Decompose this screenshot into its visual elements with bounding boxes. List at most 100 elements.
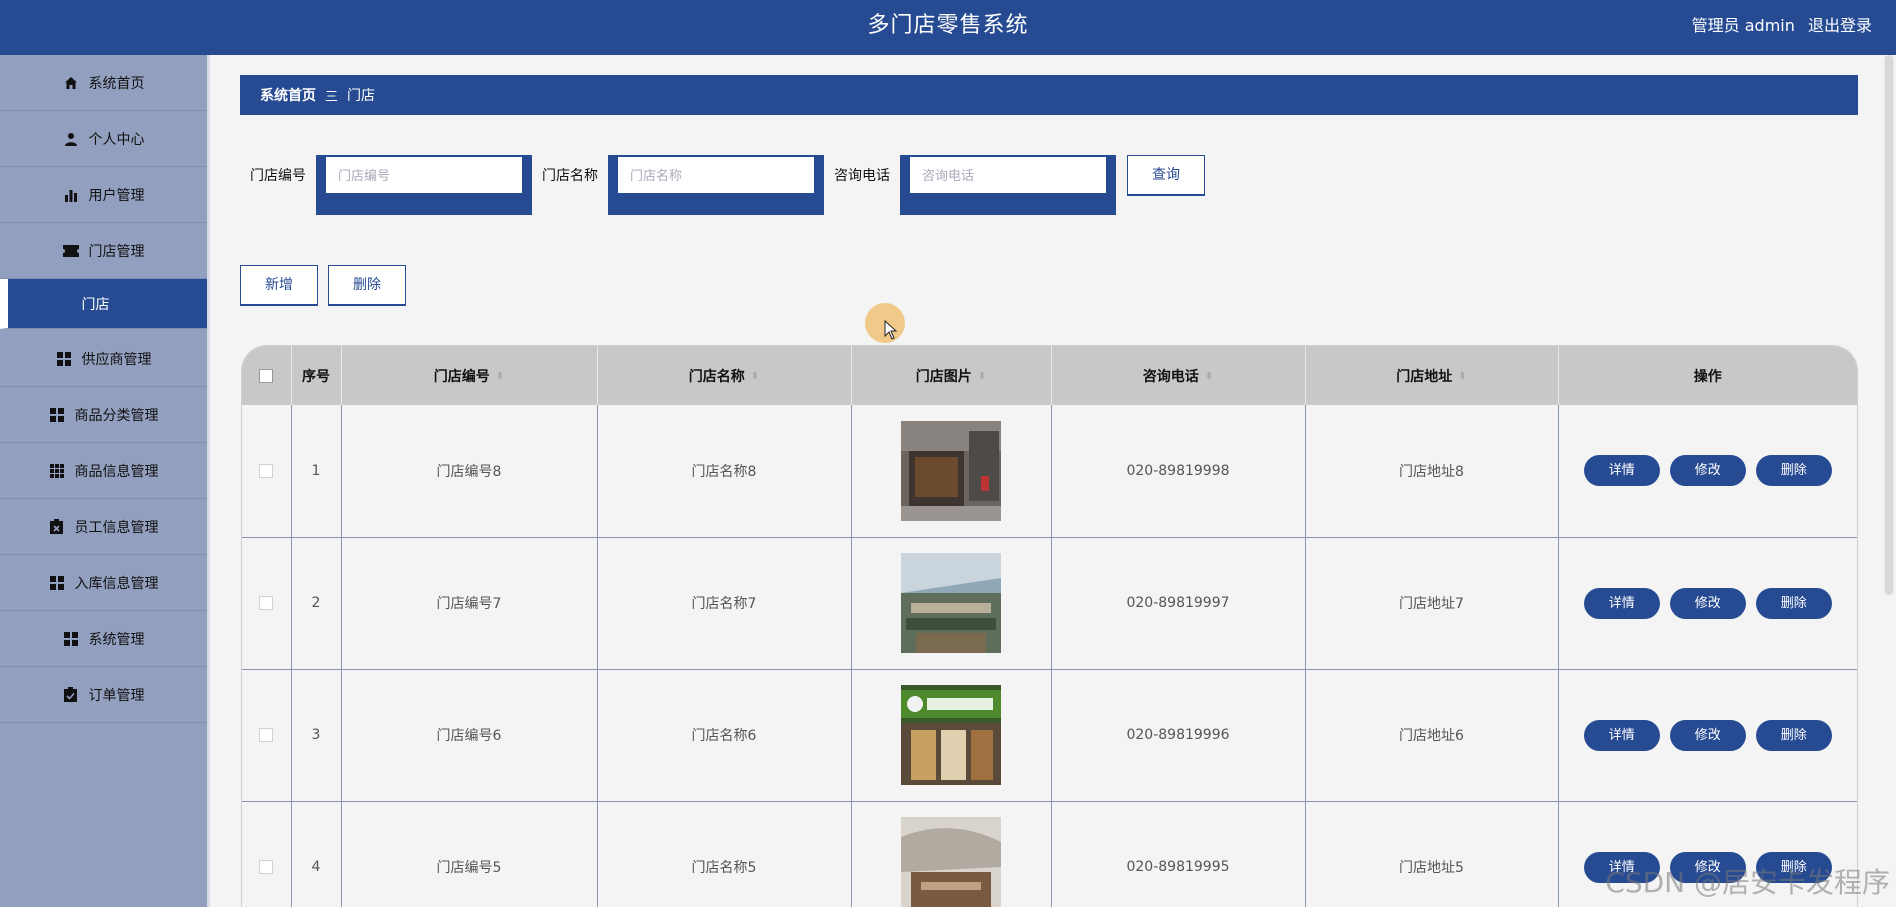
sort-icon[interactable]: ⬍	[978, 371, 986, 382]
sidebar-item-label: 系统管理	[88, 631, 145, 648]
logout-link[interactable]: 退出登录	[1808, 16, 1872, 35]
sort-icon[interactable]: ⬍	[1458, 371, 1466, 382]
store-name-label: 门店名称	[542, 168, 598, 184]
breadcrumb-home[interactable]: 系统首页	[260, 85, 316, 105]
app-title: 多门店零售系统	[867, 13, 1029, 38]
store-name-filter: 门店名称	[542, 155, 824, 215]
row-checkbox[interactable]	[259, 596, 274, 610]
sidebar-item-label: 员工信息管理	[74, 519, 159, 536]
user-area: 管理员 admin 退出登录	[1684, 0, 1872, 51]
sidebar-item-label: 个人中心	[88, 131, 145, 148]
store-no-label: 门店编号	[250, 168, 306, 184]
edit-button[interactable]: 修改	[1669, 587, 1746, 619]
header-store-name-label: 门店名称	[688, 368, 745, 385]
phone-filter: 咨询电话	[834, 155, 1116, 215]
sidebar-item-label: 用户管理	[88, 187, 145, 204]
store-no-box	[316, 155, 532, 215]
select-all-header	[242, 346, 292, 405]
header-store-image[interactable]: 门店图片 ⬍	[851, 346, 1052, 405]
row-store-name: 门店名称8	[597, 405, 852, 538]
scrollbar-thumb[interactable]	[1885, 55, 1893, 595]
store-no-input[interactable]	[326, 157, 522, 193]
sidebar-item-product[interactable]: 商品信息管理	[0, 443, 207, 499]
row-select-cell	[242, 405, 292, 538]
row-store-no: 门店编号6	[341, 669, 598, 802]
row-checkbox[interactable]	[259, 463, 274, 478]
row-store-no: 门店编号5	[341, 801, 598, 907]
row-select-cell	[242, 801, 292, 907]
sidebar-item-label: 商品信息管理	[74, 463, 159, 480]
phone-box	[900, 155, 1116, 215]
header-address-label: 门店地址	[1396, 368, 1453, 385]
sidebar-item-label: 订单管理	[88, 687, 145, 704]
header-index-label: 序号	[302, 368, 330, 385]
store-image[interactable]	[901, 420, 1001, 521]
store-name-input[interactable]	[618, 157, 814, 193]
header-store-no[interactable]: 门店编号 ⬍	[341, 346, 598, 405]
row-phone: 020-89819997	[1051, 537, 1306, 670]
header-store-name[interactable]: 门店名称 ⬍	[597, 346, 852, 405]
row-checkbox[interactable]	[259, 860, 274, 874]
header-index: 序号	[291, 346, 342, 405]
row-select-cell	[242, 669, 292, 802]
detail-button[interactable]: 详情	[1583, 587, 1660, 619]
sort-icon[interactable]: ⬍	[1205, 371, 1213, 382]
row-address: 门店地址8	[1305, 405, 1559, 538]
row-index: 1	[291, 405, 342, 538]
sidebar-item-profile[interactable]: 个人中心	[0, 111, 207, 167]
sidebar-item-orders[interactable]: 订单管理	[0, 667, 207, 723]
store-name-box	[608, 155, 824, 215]
row-delete-button[interactable]: 删除	[1755, 587, 1832, 619]
edit-button[interactable]: 修改	[1669, 719, 1746, 751]
row-store-name: 门店名称7	[597, 537, 852, 670]
watermark: CSDN @居安卡发程序	[1605, 866, 1890, 899]
header-ops-label: 操作	[1693, 368, 1722, 385]
sort-icon[interactable]: ⬍	[751, 371, 759, 382]
delete-button[interactable]: 删除	[328, 265, 406, 306]
detail-button[interactable]: 详情	[1583, 719, 1660, 751]
header-phone-label: 咨询电话	[1142, 368, 1199, 385]
add-button[interactable]: 新增	[240, 265, 318, 306]
detail-button[interactable]: 详情	[1583, 455, 1660, 487]
sidebar-item-supplier[interactable]: 供应商管理	[0, 331, 207, 387]
page-scrollbar[interactable]	[1884, 55, 1894, 595]
sidebar-item-label: 商品分类管理	[74, 407, 159, 424]
sort-icon[interactable]: ⬍	[496, 371, 504, 382]
sidebar-item-employee[interactable]: 员工信息管理	[0, 499, 207, 555]
edit-button[interactable]: 修改	[1669, 455, 1746, 487]
sidebar-item-system[interactable]: 系统管理	[0, 611, 207, 667]
row-store-no: 门店编号7	[341, 537, 598, 670]
clipboard-x-icon	[49, 519, 65, 535]
sidebar-item-store-management[interactable]: 门店管理	[0, 223, 207, 279]
store-image[interactable]	[901, 685, 1001, 785]
phone-input[interactable]	[910, 157, 1106, 193]
table-row: 1 门店编号8 门店名称8 020-89819998 门店地址8 详情 修改 删…	[242, 405, 1857, 538]
row-phone: 020-89819996	[1051, 669, 1306, 802]
store-table: 序号 门店编号 ⬍ 门店名称 ⬍ 门店图片 ⬍ 咨询电话 ⬍ 门店地址 ⬍ 操作 1 门店…	[241, 345, 1858, 907]
grid-icon	[49, 407, 65, 423]
store-image[interactable]	[901, 553, 1001, 653]
grid-icon	[63, 631, 79, 647]
row-checkbox[interactable]	[259, 728, 274, 742]
header-store-no-label: 门店编号	[433, 368, 490, 385]
sidebar-item-label: 供应商管理	[81, 351, 152, 368]
store-image[interactable]	[901, 817, 1001, 907]
breadcrumb-separator: 三	[325, 89, 339, 105]
row-store-image-cell	[851, 405, 1052, 538]
header-address[interactable]: 门店地址 ⬍	[1305, 346, 1559, 405]
select-all-checkbox[interactable]	[259, 368, 274, 383]
sidebar-item-stock-in[interactable]: 入库信息管理	[0, 555, 207, 611]
sidebar-item-category[interactable]: 商品分类管理	[0, 387, 207, 443]
row-phone: 020-89819998	[1051, 405, 1306, 538]
row-delete-button[interactable]: 删除	[1755, 719, 1832, 751]
top-bar: 多门店零售系统 管理员 admin 退出登录	[0, 0, 1896, 55]
sidebar-item-store[interactable]: 门店	[0, 279, 207, 329]
sidebar-item-home[interactable]: 系统首页	[0, 55, 207, 111]
row-ops: 详情 修改 删除	[1558, 537, 1857, 670]
sidebar-item-label: 入库信息管理	[74, 575, 159, 592]
query-button[interactable]: 查询	[1127, 155, 1205, 196]
header-phone[interactable]: 咨询电话 ⬍	[1051, 346, 1306, 405]
mouse-cursor-icon	[884, 320, 898, 340]
row-delete-button[interactable]: 删除	[1755, 455, 1832, 487]
sidebar-item-users[interactable]: 用户管理	[0, 167, 207, 223]
